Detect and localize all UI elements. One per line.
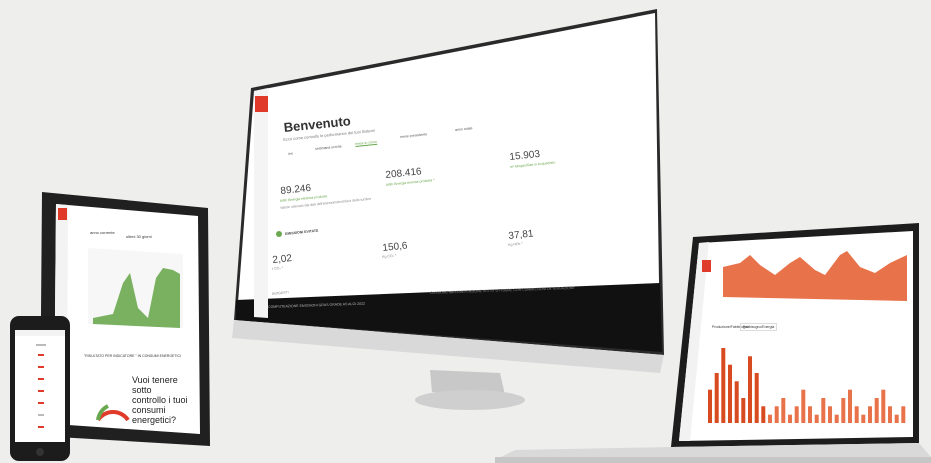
laptop-bar	[814, 414, 819, 423]
emission-co2-t-value: 2,02	[272, 253, 293, 266]
laptop-bar	[881, 389, 886, 423]
laptop-bar	[754, 373, 759, 423]
laptop-bar	[781, 398, 786, 423]
laptop-bar-chart	[708, 348, 906, 423]
laptop-bar	[714, 373, 719, 423]
tablet-card-text: Vuoi tenere sotto controllo i tuoi consu…	[132, 375, 188, 425]
laptop-bar	[894, 414, 899, 423]
laptop-bar	[874, 398, 879, 423]
laptop-bar	[848, 389, 852, 423]
laptop-bar	[861, 414, 866, 423]
tablet-tab-ultimi[interactable]: ultimi 30 giorni	[126, 234, 152, 239]
laptop-bar	[868, 406, 872, 423]
tablet-heading: "RISULTATO PER INDICATORE " IN CONSUMI E…	[84, 354, 181, 358]
tab-ieri[interactable]: ieri	[288, 152, 293, 156]
laptop-bar	[708, 389, 712, 423]
laptop-bar	[888, 406, 892, 423]
laptop-bar	[748, 356, 752, 423]
tablet-tab-anno[interactable]: anno corrente	[90, 230, 115, 235]
laptop-bar	[854, 406, 859, 423]
laptop-bar	[834, 414, 839, 423]
laptop-bar	[801, 389, 806, 423]
laptop-bar	[721, 348, 726, 423]
laptop-bar	[808, 406, 812, 423]
laptop-bar	[901, 406, 906, 423]
laptop-bar	[761, 406, 766, 423]
laptop-bar	[821, 398, 826, 423]
leaf-icon	[276, 231, 282, 237]
laptop-bar	[734, 381, 739, 423]
laptop-bar	[774, 406, 779, 423]
laptop-bar	[841, 398, 846, 423]
laptop-bar	[768, 414, 772, 423]
laptop-bar	[728, 364, 732, 423]
laptop-bar	[828, 406, 832, 423]
laptop-device: Produzione/Fabbisogno Fabbisogno/Energia	[495, 215, 931, 463]
laptop-bar	[741, 398, 746, 423]
phone-device	[8, 314, 72, 463]
laptop-bar	[794, 406, 799, 423]
laptop-tab-fabbisogno[interactable]: Fabbisogno/Energia	[740, 323, 778, 331]
laptop-bar	[788, 414, 792, 423]
